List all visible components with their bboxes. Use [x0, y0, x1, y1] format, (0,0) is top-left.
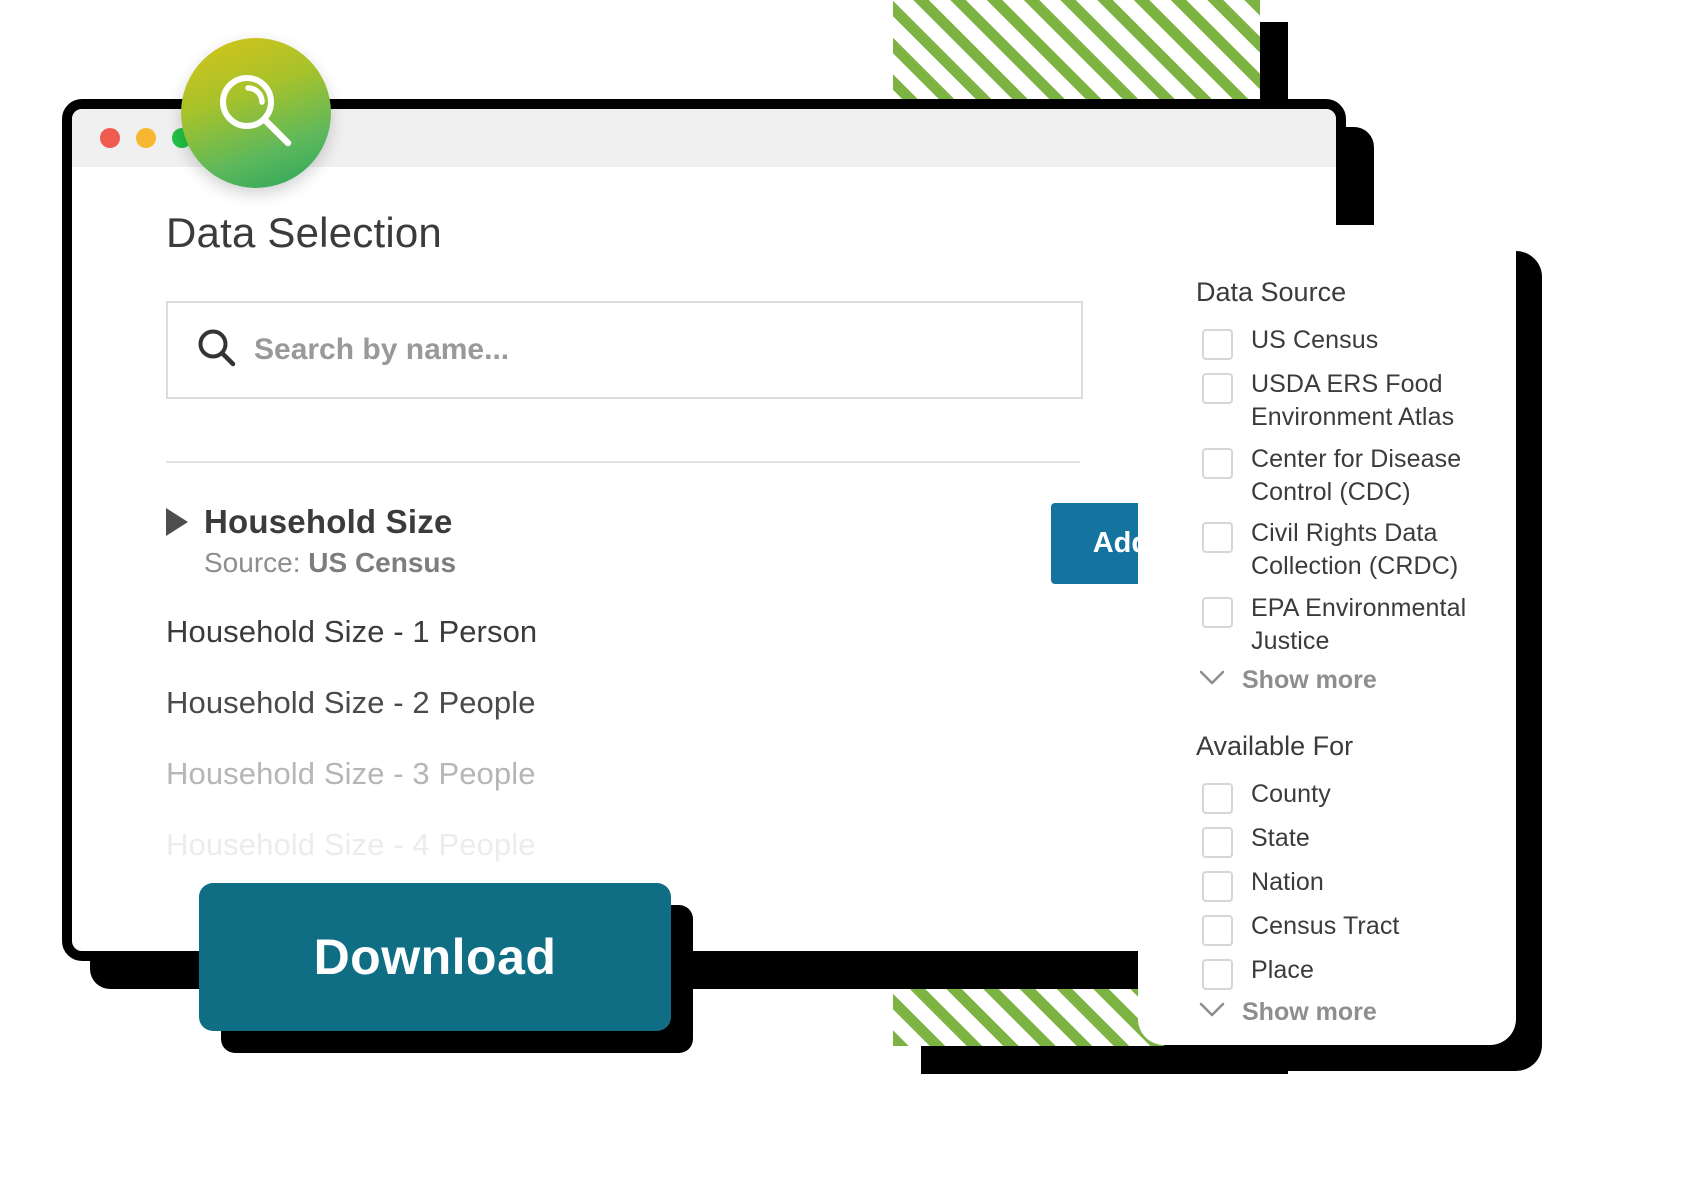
chevron-down-icon: [1198, 1001, 1226, 1024]
list-item[interactable]: Household Size - 4 People: [166, 827, 1280, 863]
show-more-available-for[interactable]: Show more: [1196, 998, 1492, 1027]
filter-option-state[interactable]: State: [1196, 822, 1492, 858]
triangle-right-icon[interactable]: [166, 508, 188, 536]
download-button[interactable]: Download: [199, 883, 671, 1031]
checkbox-icon[interactable]: [1202, 596, 1233, 628]
close-window-button[interactable]: [100, 128, 120, 148]
checkbox-icon[interactable]: [1202, 871, 1233, 902]
checkbox-label: Civil Rights Data Collection (CRDC): [1251, 519, 1459, 581]
filter-option-county[interactable]: County: [1196, 778, 1492, 814]
filter-heading-available-for: Available For: [1196, 731, 1354, 761]
filter-option-nation[interactable]: Nation: [1196, 866, 1492, 902]
checkbox-label: Nation: [1251, 868, 1324, 896]
list-item[interactable]: Household Size - 2 People: [166, 685, 1280, 721]
checkbox-icon[interactable]: [1202, 447, 1233, 479]
result-group-title-row[interactable]: Household Size: [166, 503, 1051, 541]
checkbox-label: EPA Environmental Justice: [1251, 593, 1467, 655]
search-input[interactable]: [254, 333, 1081, 367]
minimize-window-button[interactable]: [136, 128, 156, 148]
list-item[interactable]: Household Size - 3 People: [166, 756, 1280, 792]
checkbox-label: Census Tract: [1251, 912, 1400, 940]
checkbox-icon[interactable]: [1202, 329, 1233, 360]
checkbox-label: US Census: [1251, 326, 1379, 354]
checkbox-label: County: [1251, 780, 1331, 808]
source-label: Source:: [204, 547, 301, 578]
result-group-header: Household Size Source: US Census Add Dat…: [166, 503, 1280, 584]
result-group-title-column: Household Size Source: US Census: [166, 503, 1051, 579]
chevron-down-icon: [1198, 669, 1226, 692]
page-title: Data Selection: [166, 209, 442, 256]
result-group-title: Household Size: [204, 503, 453, 540]
section-divider: [166, 461, 1080, 463]
source-name: US Census: [308, 547, 457, 578]
checkbox-icon[interactable]: [1202, 522, 1233, 553]
magnifier-icon: [210, 65, 302, 162]
checkbox-icon[interactable]: [1202, 373, 1233, 404]
checkbox-label: Center for Disease Control (CDC): [1251, 444, 1462, 506]
list-item[interactable]: Household Size - 1 Person: [166, 614, 1280, 650]
result-group-source: Source: US Census: [204, 547, 1051, 579]
filter-option-place[interactable]: Place: [1196, 954, 1492, 990]
checkbox-icon[interactable]: [1202, 959, 1233, 990]
show-more-label: Show more: [1242, 998, 1377, 1026]
filter-option-cdc[interactable]: Center for Disease Control (CDC): [1196, 443, 1492, 510]
filter-option-crdc[interactable]: Civil Rights Data Collection (CRDC): [1196, 517, 1492, 584]
filter-panel: Data Source US Census USDA ERS Food Envi…: [1138, 225, 1516, 1045]
checkbox-icon[interactable]: [1202, 915, 1233, 946]
filter-option-epa[interactable]: EPA Environmental Justice: [1196, 592, 1492, 659]
filter-option-census-tract[interactable]: Census Tract: [1196, 910, 1492, 946]
filter-heading-data-source: Data Source: [1196, 277, 1347, 307]
filter-option-us-census[interactable]: US Census: [1196, 324, 1492, 360]
result-group: Household Size Source: US Census Add Dat…: [166, 503, 1280, 863]
checkbox-label: USDA ERS Food Environment Atlas: [1251, 370, 1455, 432]
show-more-data-source[interactable]: Show more: [1196, 666, 1492, 695]
checkbox-label: Place: [1251, 956, 1315, 984]
show-more-label: Show more: [1242, 666, 1377, 694]
filter-option-usda-ers[interactable]: USDA ERS Food Environment Atlas: [1196, 368, 1492, 435]
checkbox-label: State: [1251, 824, 1310, 852]
search-field-wrapper[interactable]: [166, 301, 1083, 399]
search-icon: [196, 327, 238, 374]
app-logo: [181, 38, 331, 188]
checkbox-icon[interactable]: [1202, 827, 1233, 858]
checkbox-icon[interactable]: [1202, 783, 1233, 814]
result-item-list: Household Size - 1 Person Household Size…: [166, 614, 1280, 863]
